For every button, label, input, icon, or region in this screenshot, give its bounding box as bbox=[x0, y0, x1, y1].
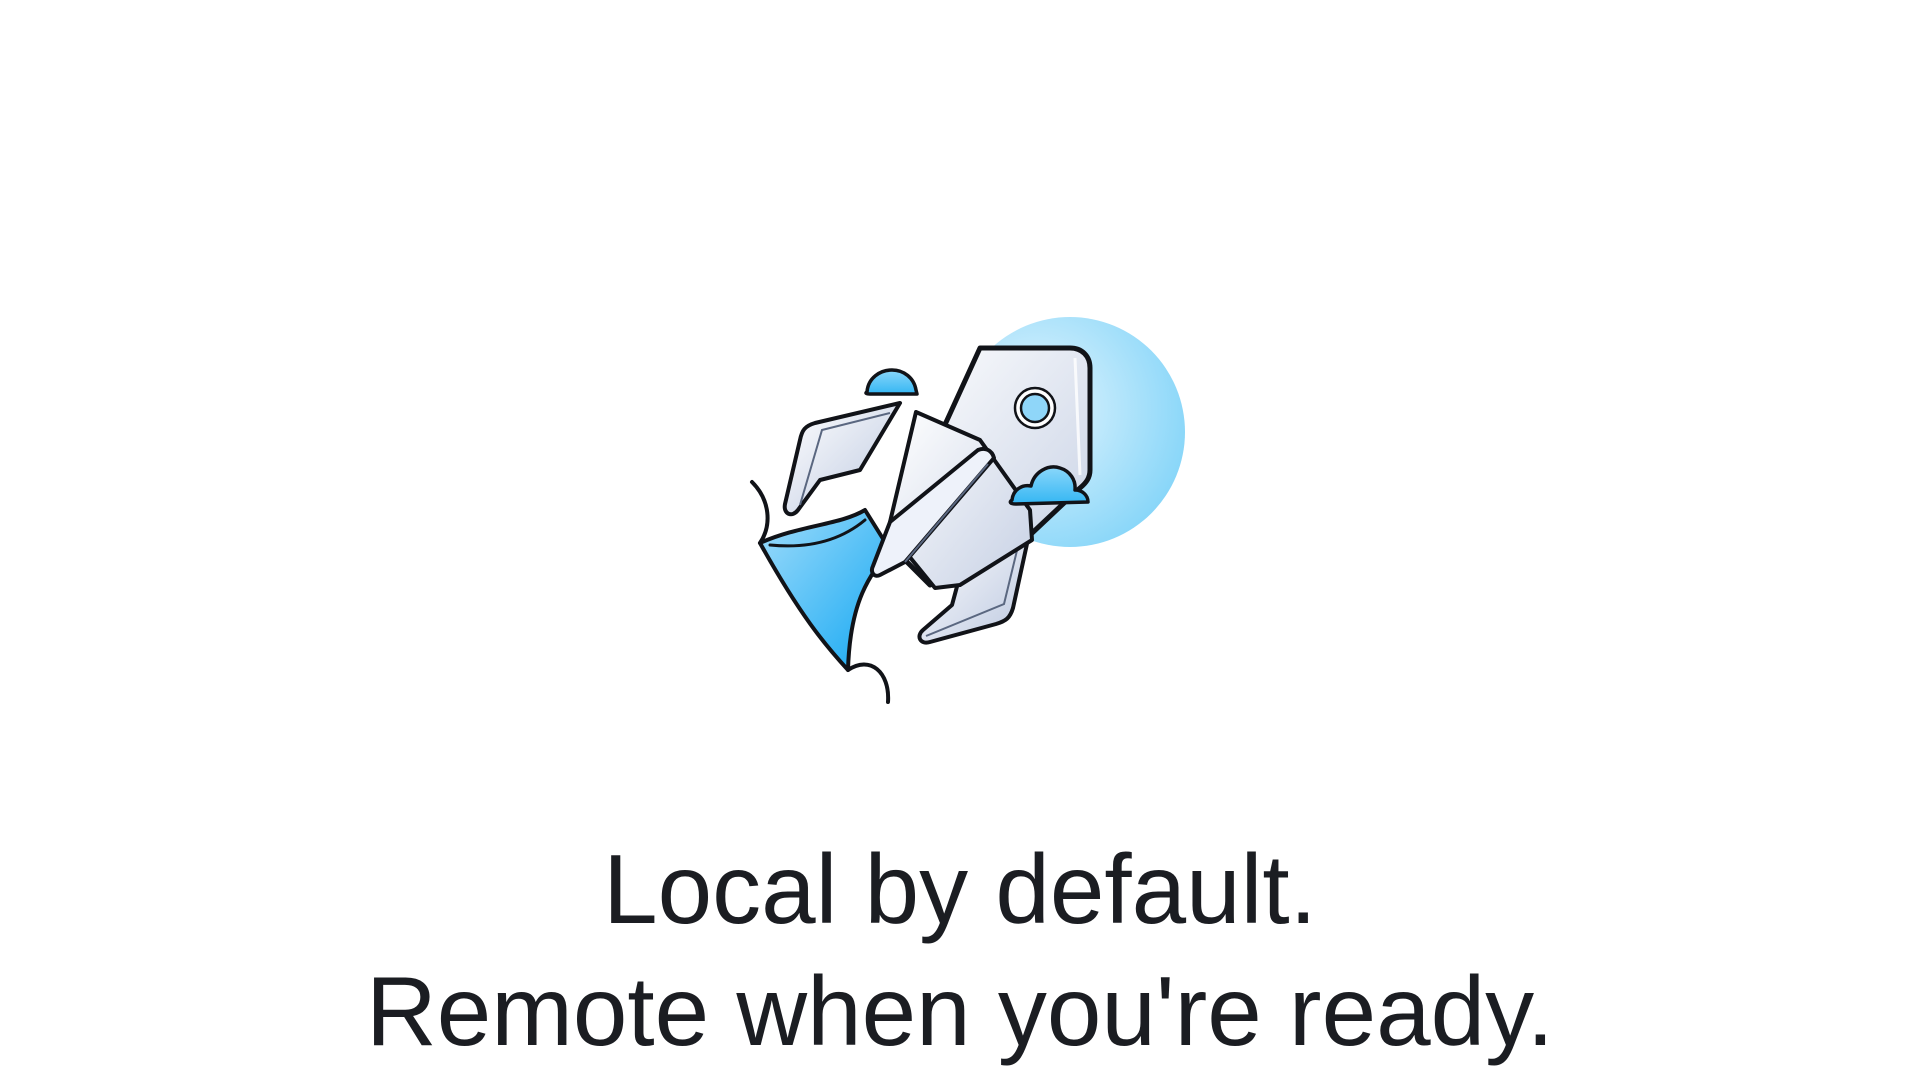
headline: Local by default. Remote when you're rea… bbox=[0, 828, 1920, 1072]
welcome-screen: Local by default. Remote when you're rea… bbox=[0, 0, 1920, 1080]
smoke-arc-bottom bbox=[846, 662, 891, 704]
cloud-small bbox=[864, 368, 919, 396]
rocket-launch-icon bbox=[750, 317, 1185, 704]
exhaust-flame bbox=[758, 508, 892, 672]
headline-line-2: Remote when you're ready. bbox=[365, 956, 1555, 1066]
smoke-arc-left bbox=[750, 480, 770, 545]
headline-line-1: Local by default. bbox=[603, 834, 1317, 944]
